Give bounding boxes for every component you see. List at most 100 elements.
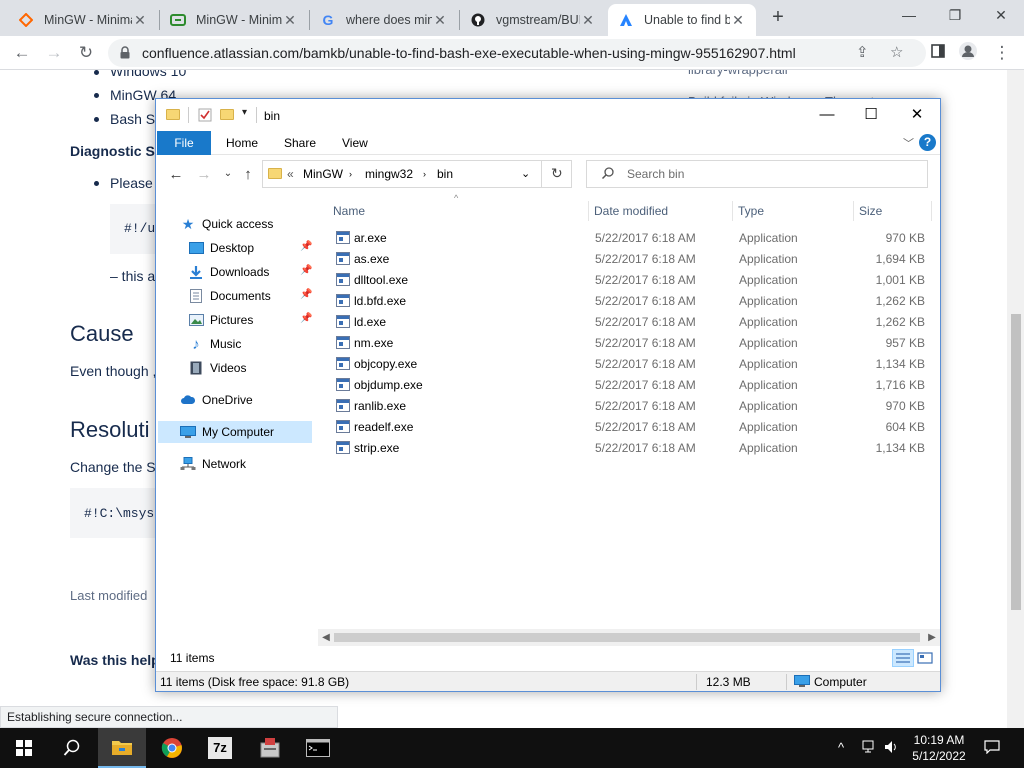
large-icons-view-icon[interactable] — [914, 649, 936, 667]
close-icon[interactable]: ✕ — [894, 99, 940, 131]
restore-icon[interactable]: ❐ — [932, 0, 978, 32]
expand-ribbon-icon[interactable]: ﹀ — [903, 135, 914, 151]
tab-share[interactable]: Share — [274, 131, 326, 155]
address-breadcrumb[interactable]: « MinGW › mingw32 › bin ⌄ ↻ — [262, 160, 572, 188]
browser-tab-1[interactable]: MinGW - Minimalist GNU for Windows ✕ — [8, 4, 158, 36]
file-row[interactable]: ranlib.exe 5/22/2017 6:18 AM Application 97… — [330, 396, 930, 417]
terminal-icon[interactable] — [294, 728, 342, 768]
related-link[interactable]: library-wrapperall — [688, 70, 788, 77]
nav-onedrive[interactable]: OneDrive — [180, 389, 312, 411]
nav-documents[interactable]: Documents — [188, 285, 312, 307]
horizontal-scrollbar[interactable]: ◀ ▶ — [318, 629, 940, 646]
nav-quick-access[interactable]: ★ Quick access — [180, 213, 312, 235]
tab-file[interactable]: File — [157, 131, 211, 155]
nav-music[interactable]: ♪ Music — [188, 333, 312, 355]
nav-network[interactable]: Network — [180, 453, 312, 475]
column-divider[interactable] — [931, 201, 932, 221]
horizontal-scrollbar-thumb[interactable] — [334, 633, 920, 642]
start-icon[interactable] — [0, 728, 48, 768]
pin-icon[interactable]: 📌 — [300, 289, 312, 300]
recent-locations-icon[interactable]: ⌄ — [218, 168, 238, 179]
forward-icon[interactable]: → — [194, 166, 214, 183]
menu-icon[interactable]: ⋮ — [990, 41, 1014, 65]
file-row[interactable]: as.exe 5/22/2017 6:18 AM Application 1,694 … — [330, 249, 930, 270]
scroll-left-icon[interactable]: ◀ — [318, 629, 334, 646]
page-scrollbar-thumb[interactable] — [1011, 314, 1021, 610]
back-icon[interactable]: ← — [166, 166, 186, 183]
nav-videos[interactable]: Videos — [188, 357, 312, 379]
column-divider[interactable] — [588, 201, 589, 221]
notifications-icon[interactable] — [984, 740, 1000, 757]
file-row[interactable]: nm.exe 5/22/2017 6:18 AM Application 957 KB — [330, 333, 930, 354]
bookmark-star-icon[interactable]: ☆ — [890, 43, 903, 61]
file-row[interactable]: dlltool.exe 5/22/2017 6:18 AM Application 1… — [330, 270, 930, 291]
file-row[interactable]: objdump.exe 5/22/2017 6:18 AM Application 1… — [330, 375, 930, 396]
side-panel-icon[interactable] — [926, 41, 950, 65]
pin-icon[interactable]: 📌 — [300, 241, 312, 252]
breadcrumb-overflow[interactable]: « — [287, 167, 294, 181]
7zip-icon[interactable]: 7z — [196, 728, 244, 768]
new-folder-icon[interactable] — [220, 109, 234, 120]
file-row[interactable]: ld.bfd.exe 5/22/2017 6:18 AM Application 1,… — [330, 291, 930, 312]
nav-desktop[interactable]: Desktop — [188, 237, 312, 259]
column-header-size[interactable]: Size — [859, 199, 929, 223]
column-divider[interactable] — [853, 201, 854, 221]
nav-pictures[interactable]: Pictures — [188, 309, 312, 331]
search-icon[interactable] — [48, 728, 96, 768]
forward-icon[interactable]: → — [42, 41, 66, 65]
address-bar[interactable]: confluence.atlassian.com/bamkb/unable-to… — [108, 39, 926, 67]
profile-icon[interactable] — [956, 41, 980, 65]
column-header-date[interactable]: Date modified — [594, 199, 730, 223]
column-header-type[interactable]: Type — [738, 199, 852, 223]
new-tab-button[interactable]: + — [766, 6, 790, 30]
browser-tab-4[interactable]: vgmstream/BUILD.md ✕ — [460, 4, 606, 36]
details-view-icon[interactable] — [892, 649, 914, 667]
minimize-icon[interactable]: — — [886, 0, 932, 32]
search-input[interactable]: Search bin — [586, 160, 928, 188]
help-icon[interactable]: ? — [919, 134, 936, 151]
file-explorer-icon[interactable] — [98, 728, 146, 768]
volume-icon[interactable] — [884, 740, 900, 757]
chrome-icon[interactable] — [148, 728, 196, 768]
nav-downloads[interactable]: Downloads — [188, 261, 312, 283]
browser-tab-2[interactable]: MinGW - Minimalist GNU ✕ — [160, 4, 308, 36]
close-window-icon[interactable]: ✕ — [978, 0, 1024, 32]
chevron-down-icon[interactable]: ⌄ — [521, 167, 530, 180]
close-icon[interactable]: ✕ — [432, 12, 448, 29]
column-header-name[interactable]: Name — [333, 199, 587, 223]
browser-tab-active[interactable]: Unable to find bash.exe ✕ — [608, 4, 756, 36]
show-hidden-icons-icon[interactable]: ^ — [838, 740, 844, 755]
nav-my-computer[interactable]: My Computer — [158, 421, 312, 443]
page-scrollbar[interactable] — [1007, 70, 1024, 728]
close-icon[interactable]: ✕ — [282, 12, 298, 29]
network-status-icon[interactable] — [862, 740, 878, 757]
pin-icon[interactable]: 📌 — [300, 313, 312, 324]
tab-view[interactable]: View — [332, 131, 378, 155]
file-row[interactable]: readelf.exe 5/22/2017 6:18 AM Application 6… — [330, 417, 930, 438]
file-row[interactable]: ar.exe 5/22/2017 6:18 AM Application 970 KB — [330, 228, 930, 249]
back-icon[interactable]: ← — [10, 41, 34, 65]
breadcrumb-mingw[interactable]: MinGW — [303, 167, 343, 181]
tab-home[interactable]: Home — [216, 131, 268, 155]
close-icon[interactable]: ✕ — [580, 12, 596, 29]
browser-tab-3[interactable]: G where does mingw install ✕ — [310, 4, 458, 36]
pin-icon[interactable]: 📌 — [300, 265, 312, 276]
close-icon[interactable]: ✕ — [730, 12, 746, 29]
breadcrumb-mingw32[interactable]: mingw32 — [365, 167, 413, 181]
up-icon[interactable]: ↑ — [238, 166, 258, 183]
file-row[interactable]: ld.exe 5/22/2017 6:18 AM Application 1,262 … — [330, 312, 930, 333]
taskbar-clock[interactable]: 10:19 AM 5/12/2022 — [906, 732, 972, 764]
installer-icon[interactable] — [246, 728, 294, 768]
chevron-down-icon[interactable]: ▾ — [242, 107, 247, 118]
maximize-icon[interactable]: ☐ — [848, 99, 894, 131]
properties-icon[interactable] — [198, 108, 212, 125]
reload-icon[interactable]: ↻ — [74, 41, 98, 65]
minimize-icon[interactable]: — — [804, 99, 850, 131]
scroll-right-icon[interactable]: ▶ — [924, 629, 940, 646]
file-row[interactable]: objcopy.exe 5/22/2017 6:18 AM Application 1… — [330, 354, 930, 375]
file-row[interactable]: strip.exe 5/22/2017 6:18 AM Application 1,1… — [330, 438, 930, 459]
share-icon[interactable]: ⇪ — [856, 43, 869, 61]
refresh-icon[interactable]: ↻ — [551, 165, 563, 182]
close-icon[interactable]: ✕ — [132, 12, 148, 29]
breadcrumb-bin[interactable]: bin — [437, 167, 453, 181]
